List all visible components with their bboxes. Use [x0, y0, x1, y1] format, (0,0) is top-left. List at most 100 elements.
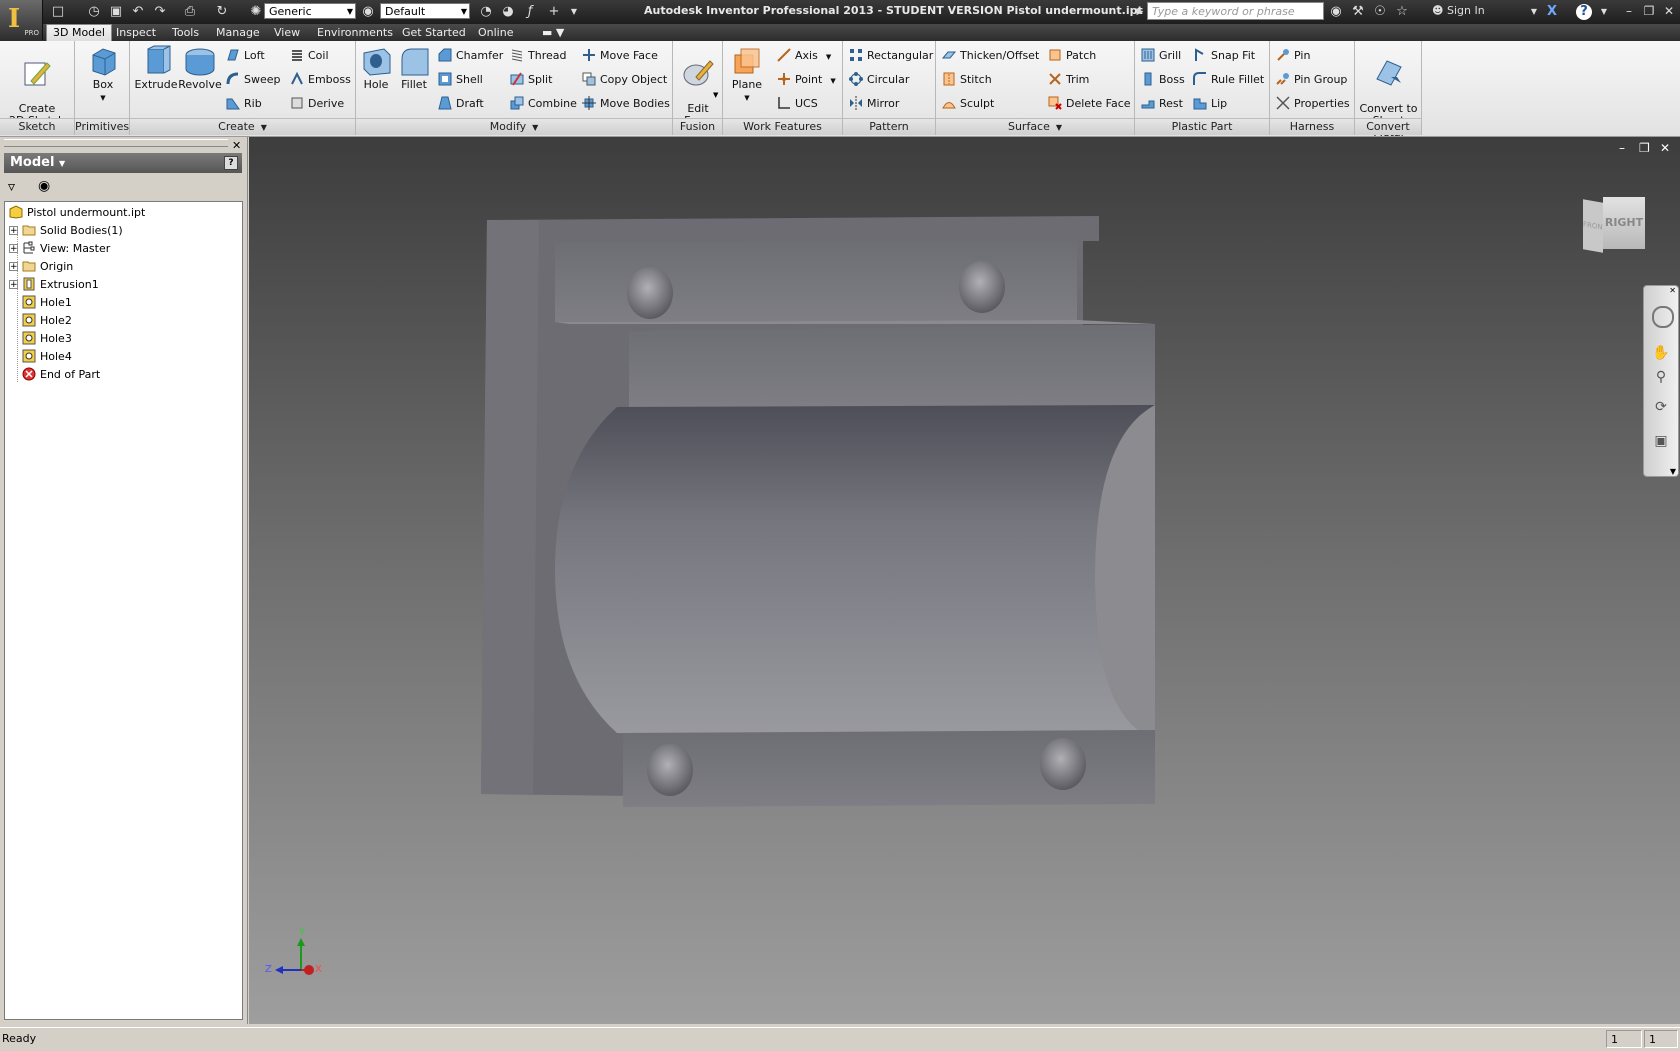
help-icon[interactable]: ?	[1576, 4, 1592, 20]
sign-in-button[interactable]: ☻ Sign In	[1432, 4, 1485, 17]
circular-pattern-button[interactable]: Circular	[849, 71, 909, 89]
tab-environments[interactable]: Environments	[311, 25, 399, 41]
panel-title-surface[interactable]: Surface ▼	[936, 118, 1134, 135]
tree-node-hole4[interactable]: Hole4	[9, 348, 72, 365]
undo-icon[interactable]: ↶	[130, 4, 146, 20]
hole3-feature[interactable]	[647, 744, 693, 796]
panel-title-modify[interactable]: Modify ▼	[356, 118, 672, 135]
hole4-feature[interactable]	[1040, 738, 1086, 790]
new-file-icon[interactable]: □	[50, 4, 66, 20]
split-button[interactable]: Split	[510, 71, 552, 89]
update-icon[interactable]: ↻	[214, 4, 230, 20]
ucs-button[interactable]: UCS	[777, 95, 818, 113]
delete-face-button[interactable]: Delete Face	[1048, 95, 1131, 113]
hole2-feature[interactable]	[959, 261, 1005, 313]
qat-customize-icon[interactable]: ▼	[566, 4, 582, 20]
thicken-offset-button[interactable]: Thicken/Offset	[942, 47, 1039, 65]
trim-button[interactable]: Trim	[1048, 71, 1089, 89]
create-2d-sketch-button[interactable]: Create 2D Sketch	[6, 45, 68, 127]
tab-inspect[interactable]: Inspect	[110, 25, 162, 41]
redo-icon[interactable]: ↷	[152, 4, 168, 20]
print-icon[interactable]: ⎙	[182, 4, 198, 20]
grill-button[interactable]: Grill	[1141, 47, 1181, 65]
tree-node-end-of-part[interactable]: End of Part	[9, 366, 100, 383]
application-menu-button[interactable]: I PRO	[0, 0, 43, 40]
orbit-icon[interactable]: ⟳	[1652, 398, 1670, 416]
edit-form-button[interactable]: Edit Form	[677, 45, 719, 127]
extrude-button[interactable]: Extrude	[134, 45, 178, 91]
part-model[interactable]	[249, 137, 1680, 1024]
hole-button[interactable]: Hole	[358, 45, 394, 91]
ribbon-display-toggle-icon[interactable]: ▬ ▼	[536, 25, 570, 41]
adjust-appearance-icon[interactable]: ◔	[478, 4, 494, 20]
thread-button[interactable]: Thread	[510, 47, 566, 65]
tab-tools[interactable]: Tools	[166, 25, 205, 41]
mirror-button[interactable]: Mirror	[849, 95, 899, 113]
rib-button[interactable]: Rib	[226, 95, 262, 113]
sculpt-button[interactable]: Sculpt	[942, 95, 994, 113]
restore-icon[interactable]: ❐	[1640, 3, 1658, 19]
rule-fillet-button[interactable]: Rule Fillet	[1193, 71, 1264, 89]
browser-header[interactable]: Model ▼ ?	[4, 153, 242, 173]
close-icon[interactable]: ✕	[1669, 286, 1676, 295]
boss-button[interactable]: Boss	[1141, 71, 1185, 89]
harness-properties-button[interactable]: Properties	[1276, 95, 1350, 113]
tree-node-origin[interactable]: + Origin	[9, 258, 73, 275]
chamfer-button[interactable]: Chamfer	[438, 47, 503, 65]
sweep-button[interactable]: Sweep	[226, 71, 281, 89]
tree-node-view-master[interactable]: + View: Master	[9, 240, 110, 257]
wrench-icon[interactable]: ⚒	[1350, 4, 1366, 20]
close-icon[interactable]: ✕	[232, 139, 241, 152]
axis-button[interactable]: Axis ▼	[777, 47, 831, 65]
graphics-viewport[interactable]: – ❐ ✕ Y Z X FRONT RIGHT ✕ ✋ ⚲ ⟳ ▣ ▼	[249, 137, 1680, 1024]
browser-help-icon[interactable]: ?	[224, 156, 238, 170]
plane-button[interactable]: Plane ▼	[727, 45, 767, 104]
tab-view[interactable]: View	[268, 25, 306, 41]
binoculars-icon[interactable]: ◉	[1328, 4, 1344, 20]
snap-fit-button[interactable]: Snap Fit	[1193, 47, 1255, 65]
help-dropdown-icon[interactable]: ▼	[1596, 4, 1612, 20]
binoculars-icon[interactable]: ◉	[38, 178, 50, 194]
tree-node-extrusion1[interactable]: + Extrusion1	[9, 276, 99, 293]
rectangular-pattern-button[interactable]: Rectangular	[849, 47, 933, 65]
material-icon[interactable]: ✺	[248, 4, 264, 20]
move-face-button[interactable]: Move Face	[582, 47, 658, 65]
loft-button[interactable]: Loft	[226, 47, 265, 65]
fillet-button[interactable]: Fillet	[396, 45, 432, 91]
sign-in-dropdown-icon[interactable]: ▼	[1526, 4, 1542, 20]
viewcube-right-face[interactable]: RIGHT	[1603, 197, 1645, 249]
clear-appearance-icon[interactable]: ◕	[500, 4, 516, 20]
copy-object-button[interactable]: Copy Object	[582, 71, 667, 89]
add-icon[interactable]: +	[546, 4, 562, 20]
tab-manage[interactable]: Manage	[210, 25, 266, 41]
hole1-feature[interactable]	[627, 267, 673, 319]
coil-button[interactable]: Coil	[290, 47, 329, 65]
derive-button[interactable]: Derive	[290, 95, 344, 113]
open-file-icon[interactable]: ◷	[86, 4, 102, 20]
chevron-down-icon[interactable]: ▼	[713, 91, 718, 99]
satellite-icon[interactable]: ☉	[1372, 4, 1388, 20]
star-icon[interactable]: ☆	[1394, 4, 1410, 20]
material-combo[interactable]: Generic ▼	[264, 3, 356, 19]
rest-button[interactable]: Rest	[1141, 95, 1183, 113]
shell-button[interactable]: Shell	[438, 71, 483, 89]
pin-group-button[interactable]: Pin Group	[1276, 71, 1347, 89]
draft-button[interactable]: Draft	[438, 95, 484, 113]
move-bodies-button[interactable]: Move Bodies	[582, 95, 670, 113]
stitch-button[interactable]: Stitch	[942, 71, 992, 89]
box-button[interactable]: Box ▼	[83, 45, 123, 104]
lip-button[interactable]: Lip	[1193, 95, 1227, 113]
viewcube[interactable]: FRONT RIGHT	[1583, 197, 1649, 257]
exchange-apps-icon[interactable]: X	[1544, 4, 1560, 20]
panel-title-create[interactable]: Create ▼	[130, 118, 355, 135]
appearance-combo[interactable]: Default ▼	[380, 3, 470, 19]
revolve-button[interactable]: Revolve	[178, 45, 222, 91]
filter-icon[interactable]: ▿	[8, 179, 15, 195]
parameters-fx-icon[interactable]: ƒ	[522, 4, 538, 20]
browser-grip[interactable]	[4, 139, 228, 147]
viewcube-front-face[interactable]: FRONT	[1583, 199, 1607, 253]
navbar-customize-icon[interactable]: ▼	[1670, 467, 1676, 476]
patch-button[interactable]: Patch	[1048, 47, 1096, 65]
steering-wheel-icon[interactable]	[1652, 306, 1674, 328]
point-button[interactable]: Point ▼	[777, 71, 836, 89]
